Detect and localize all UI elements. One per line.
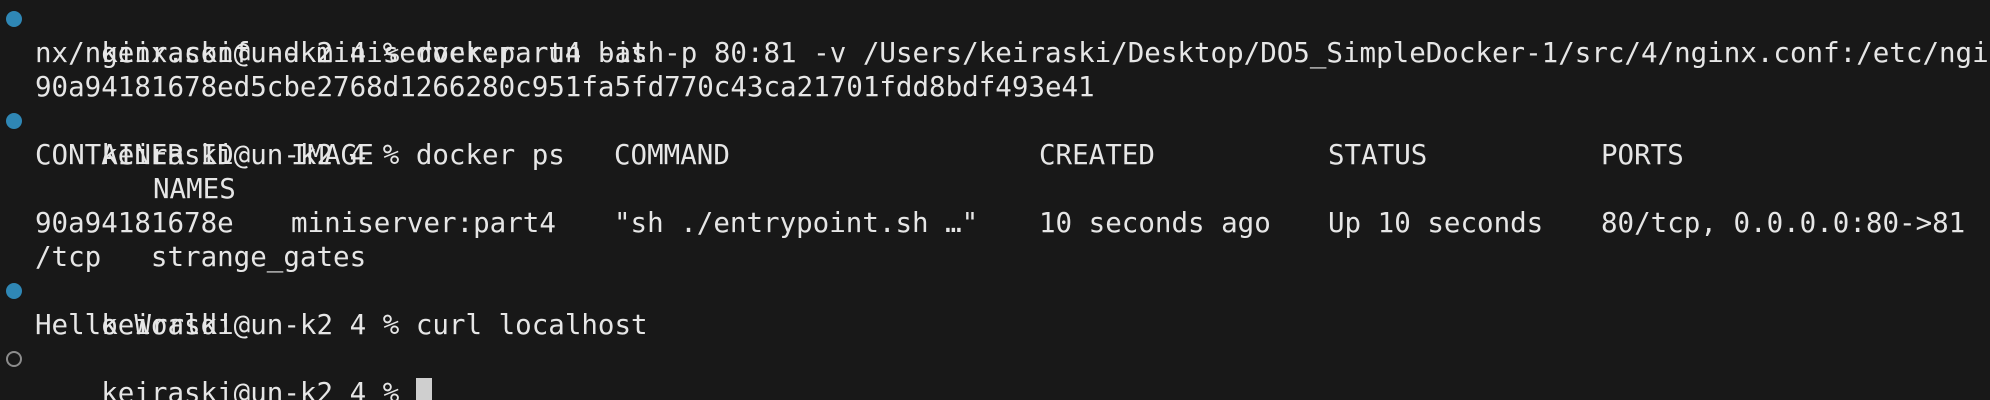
command-line: keiraski@un-k2 4 % docker ps [0, 104, 1990, 171]
header-names: NAMES [153, 173, 236, 205]
header-container-id: CONTAINER ID [35, 139, 234, 171]
cell-status: Up 10 seconds [1328, 207, 1544, 239]
cell-command: "sh ./entrypoint.sh …" [614, 207, 979, 239]
table-row: 90a94181678e miniserver:part4 "sh ./entryp… [0, 206, 1990, 240]
terminal-window[interactable]: keiraski@un-k2 4 % docker run -it -p 80:… [0, 0, 1990, 400]
command-success-icon[interactable] [6, 283, 22, 299]
header-status: STATUS [1328, 139, 1428, 171]
container-id-output: 90a94181678ed5cbe2768d1266280c951fa5fd77… [35, 71, 1095, 103]
table-header-row-wrap: NAMES [0, 172, 1990, 206]
cell-created: 10 seconds ago [1039, 207, 1271, 239]
header-image: IMAGE [291, 139, 374, 171]
cell-ports-names-wrap: /tcp strange_gates [35, 241, 367, 273]
output-line: Hello World! [0, 308, 1990, 342]
command-line: keiraski@un-k2 4 % docker run -it -p 80:… [0, 2, 1990, 69]
curl-output: Hello World! [35, 309, 234, 341]
output-line: 90a94181678ed5cbe2768d1266280c951fa5fd77… [0, 70, 1990, 104]
table-row-wrap: /tcp strange_gates [0, 240, 1990, 274]
command-text-wrap: nx/nginx.conf -d miniserver:part4 bash [35, 37, 665, 69]
active-command-line[interactable]: keiraski@un-k2 4 % [0, 342, 1990, 400]
command-pending-icon[interactable] [6, 351, 22, 367]
cell-image: miniserver:part4 [291, 207, 556, 239]
command-success-icon[interactable] [6, 11, 22, 27]
prompt: keiraski@un-k2 4 % [101, 377, 416, 400]
command-line-continuation: nx/nginx.conf -d miniserver:part4 bash [0, 36, 1990, 70]
cell-container-id: 90a94181678e [35, 207, 234, 239]
header-ports: PORTS [1601, 139, 1684, 171]
command-line: keiraski@un-k2 4 % curl localhost [0, 274, 1990, 341]
header-created: CREATED [1039, 139, 1155, 171]
command-success-icon[interactable] [6, 113, 22, 129]
table-header-row: CONTAINER ID IMAGE COMMAND CREATED STATUS POR… [0, 138, 1990, 172]
cell-ports: 80/tcp, 0.0.0.0:80->81 [1601, 207, 1966, 239]
text-cursor[interactable] [415, 378, 432, 400]
header-command: COMMAND [614, 139, 730, 171]
